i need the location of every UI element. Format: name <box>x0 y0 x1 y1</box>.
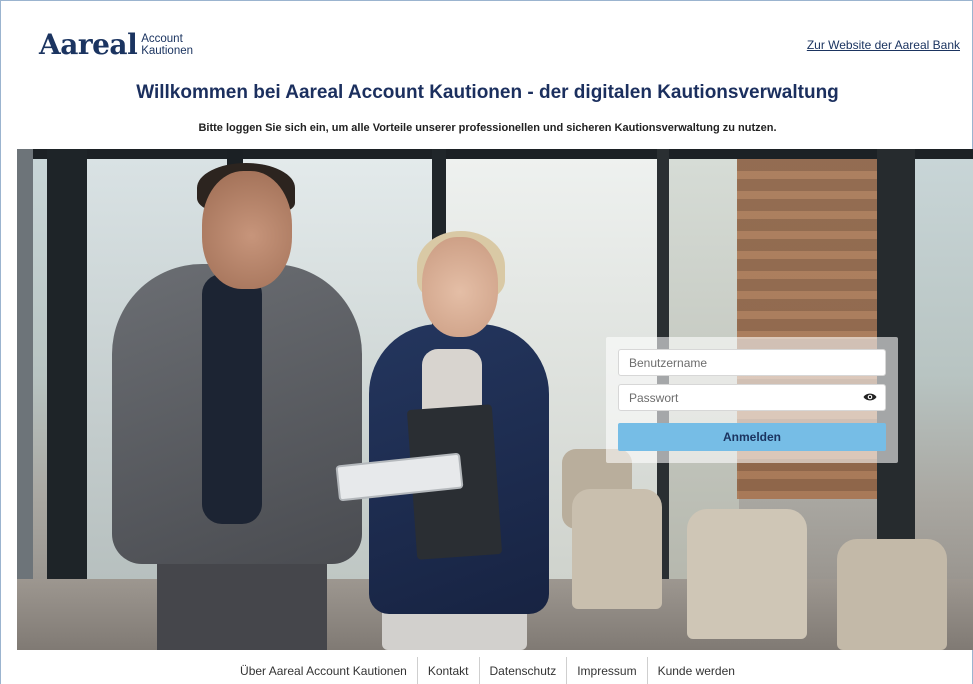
password-input[interactable]: Passwort <box>618 384 886 411</box>
hero-chair <box>837 539 947 650</box>
footer-link-about[interactable]: Über Aareal Account Kautionen <box>230 657 417 684</box>
login-button[interactable]: Anmelden <box>618 423 886 451</box>
hero-man <box>202 171 292 289</box>
username-placeholder: Benutzername <box>629 356 708 370</box>
aareal-logo[interactable]: Aareal Account Kautionen <box>39 31 193 59</box>
footer-nav: Über Aareal Account Kautionen Kontakt Da… <box>1 657 973 684</box>
hero-pillar <box>17 149 33 650</box>
logo-subtitle-line2: Kautionen <box>141 45 194 57</box>
hero-chair <box>687 509 807 639</box>
password-placeholder: Passwort <box>629 391 679 405</box>
footer-link-become-customer[interactable]: Kunde werden <box>646 657 745 684</box>
eye-icon[interactable] <box>863 392 877 402</box>
username-input[interactable]: Benutzername <box>618 349 886 376</box>
hero-beam <box>17 149 973 159</box>
hero-chair <box>572 489 662 609</box>
logo-subtitle: Account Kautionen <box>141 33 193 57</box>
page-subtitle: Bitte loggen Sie sich ein, um alle Vorte… <box>198 122 777 134</box>
footer-link-contact[interactable]: Kontakt <box>416 657 479 684</box>
hero-man <box>202 274 262 524</box>
page-title: Willkommen bei Aareal Account Kautionen … <box>136 82 839 103</box>
hero-woman <box>422 237 498 337</box>
page-frame: Aareal Account Kautionen Zur Website der… <box>0 0 973 684</box>
hero-pillar <box>47 149 87 650</box>
login-form: Benutzername Passwort Anmelden <box>606 337 898 463</box>
footer-link-imprint[interactable]: Impressum <box>566 657 646 684</box>
logo-wordmark: Aareal <box>39 28 138 61</box>
logo-subtitle-line1: Account <box>141 33 183 45</box>
footer-link-privacy[interactable]: Datenschutz <box>478 657 567 684</box>
aareal-bank-website-link[interactable]: Zur Website der Aareal Bank <box>807 38 960 52</box>
